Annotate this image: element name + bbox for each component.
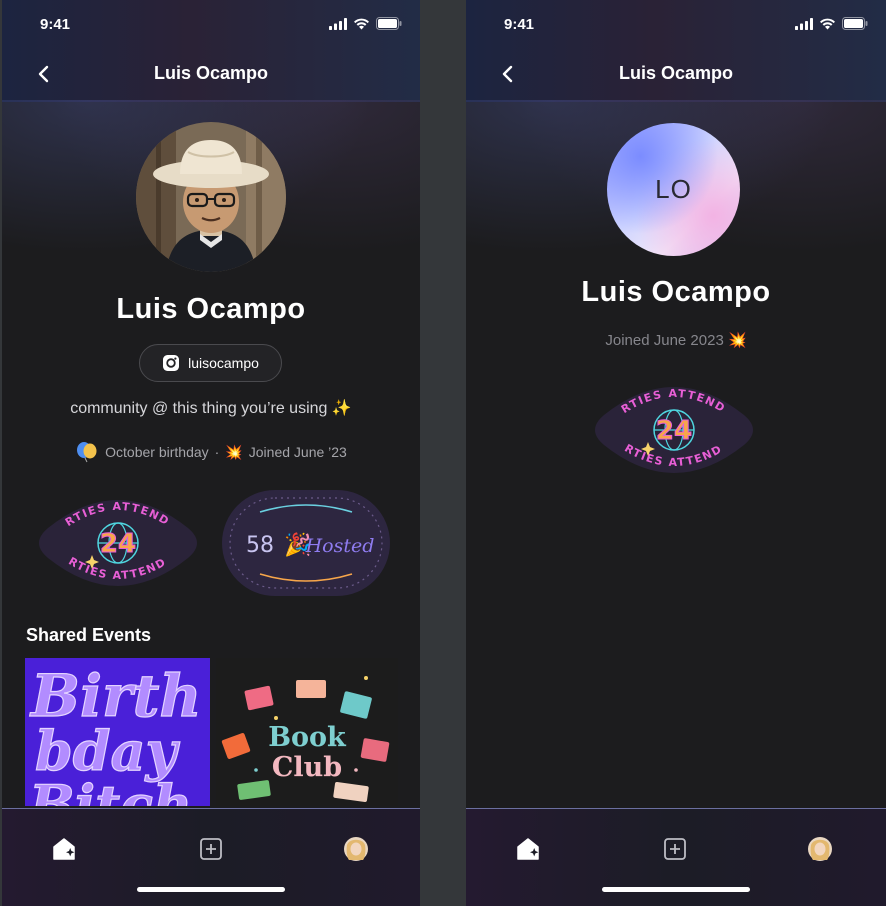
profile-screen-with-photo: 9:41 Luis Ocampo Luis Ocampo luisocampo … <box>2 0 420 906</box>
instagram-icon <box>163 355 180 371</box>
book-club-line1: Book <box>268 722 347 753</box>
parties-attended-badge[interactable]: PARTIES ATTENDED PARTIES ATTENDED 24 <box>584 373 764 487</box>
profile-avatar-icon <box>808 837 832 861</box>
home-indicator <box>137 887 285 892</box>
home-icon <box>517 838 539 860</box>
plus-square-icon <box>200 838 222 860</box>
signal-icon <box>329 17 347 30</box>
hosted-badge[interactable]: 58 🎉 Hosted <box>220 488 392 598</box>
status-icons <box>795 17 868 30</box>
avatar-initials: LO <box>655 174 692 204</box>
initials-avatar: LO <box>607 123 740 256</box>
meta-separator: · <box>214 444 220 460</box>
tab-profile[interactable] <box>806 835 834 863</box>
event-card-book-club[interactable]: Book Club <box>216 658 398 806</box>
instagram-handle: luisocampo <box>188 355 259 371</box>
home-icon <box>53 838 75 860</box>
wifi-icon <box>820 18 835 29</box>
nav-title: Luis Ocampo <box>618 63 734 83</box>
hosted-count: 58 <box>246 533 274 558</box>
joined-text: Joined June ’23 <box>248 444 347 460</box>
tab-profile[interactable] <box>342 835 370 863</box>
event-card-birthday[interactable]: Birth bday Bitch <box>25 658 210 806</box>
status-icons <box>329 17 402 30</box>
badge-number: 24 <box>656 416 692 446</box>
signal-icon <box>795 17 813 30</box>
collision-emoji: 💥 <box>225 443 243 460</box>
status-time: 9:41 <box>504 16 535 33</box>
shared-events-title: Shared Events <box>26 625 152 645</box>
birthday-text: October birthday <box>105 444 209 460</box>
profile-screen-initials: 9:41 Luis Ocampo LO Luis Ocampo Joined J… <box>466 0 886 906</box>
instagram-handle-chip[interactable]: luisocampo <box>139 344 282 382</box>
battery-icon <box>842 17 868 30</box>
joined-text: Joined June 2023 💥 <box>605 332 747 349</box>
hosted-label: Hosted <box>305 535 375 557</box>
profile-meta: October birthday · 💥 Joined June ’23 <box>2 441 420 463</box>
balloon-icon <box>77 442 97 463</box>
home-indicator <box>602 887 750 892</box>
badge-number: 24 <box>100 529 136 559</box>
profile-avatar-icon <box>344 837 368 861</box>
book-club-line2: Club <box>272 752 342 783</box>
tab-home[interactable] <box>514 835 542 863</box>
profile-name: Luis Ocampo <box>116 293 306 325</box>
tab-create[interactable] <box>197 835 225 863</box>
parties-attended-badge[interactable]: PARTIES ATTENDED PARTIES ATTENDED 24 <box>28 486 208 600</box>
wifi-icon <box>354 18 369 29</box>
status-time: 9:41 <box>40 16 71 33</box>
plus-square-icon <box>664 838 686 860</box>
profile-bio: community @ this thing you’re using ✨ <box>70 400 352 417</box>
profile-name: Luis Ocampo <box>581 276 771 308</box>
profile-photo <box>136 122 286 272</box>
nav-title: Luis Ocampo <box>153 63 269 83</box>
tab-home[interactable] <box>50 835 78 863</box>
tab-create[interactable] <box>661 835 689 863</box>
battery-icon <box>376 17 402 30</box>
